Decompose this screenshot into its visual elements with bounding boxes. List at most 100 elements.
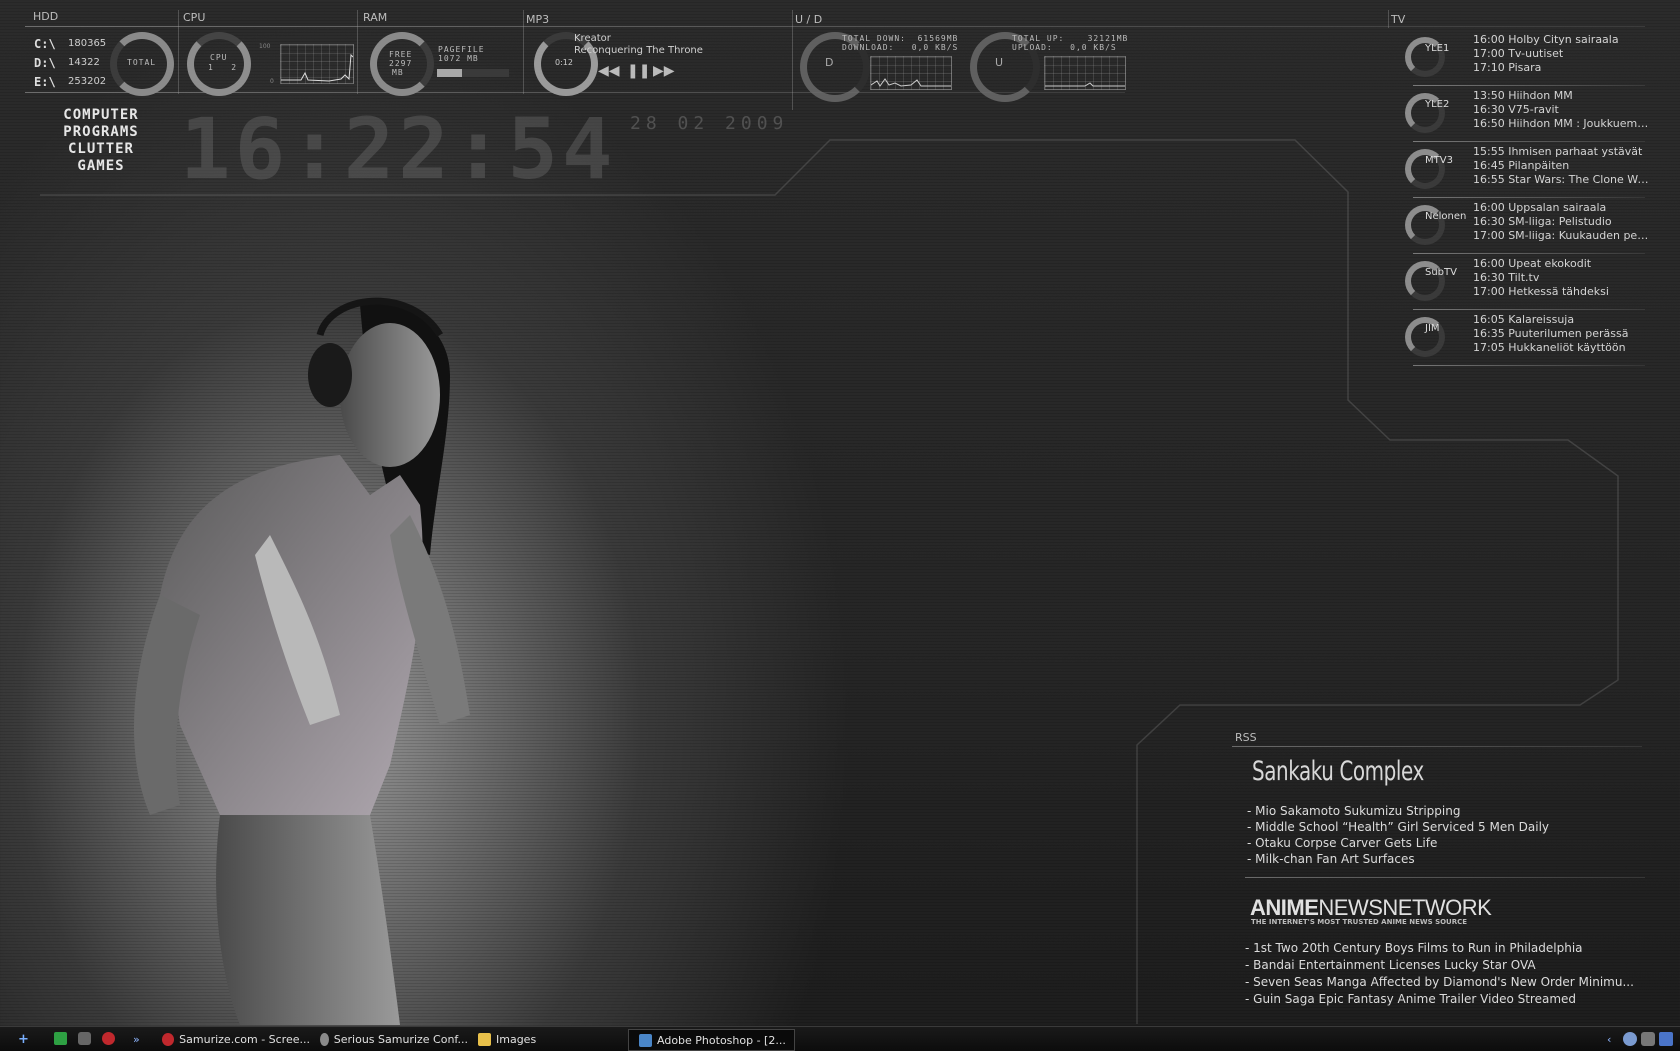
tv-show[interactable]: 17:05 Hukkaneliöt käyttöön [1473, 341, 1651, 354]
ann-feed-list: - 1st Two 20th Century Boys Films to Run… [1245, 941, 1634, 1009]
logo-newsnetwork-text: NEWSNETWORK [1318, 895, 1492, 920]
tv-show[interactable]: 16:30 Tilt.tv [1473, 271, 1651, 284]
hdd-row: D:\ 14322 [34, 53, 109, 72]
hdd-total-label: TOTAL [127, 58, 157, 67]
tv-show[interactable]: 16:30 SM-liiga: Pelistudio [1473, 215, 1651, 228]
tv-show[interactable]: 16:00 Uppsalan sairaala [1473, 201, 1651, 214]
tv-show[interactable]: 16:45 Pilanpäiten [1473, 159, 1651, 172]
rss-top-line [1232, 746, 1642, 747]
ram-free-unit: MB [392, 68, 404, 77]
tv-channel-block: Nelonen 16:00 Uppsalan sairaala 16:30 SM… [1405, 201, 1651, 255]
tv-channel-block: YLE2 13:50 Hiihdon MM 16:30 V75-ravit 16… [1405, 89, 1651, 143]
section-label-ram: RAM [363, 11, 388, 24]
date: 28 02 2009 [630, 113, 789, 134]
quicklaunch-shield-icon[interactable] [78, 1032, 91, 1045]
upload-graph [1044, 56, 1126, 90]
mp3-artist: Kreator [574, 33, 611, 44]
start-button[interactable]: + [18, 1030, 29, 1048]
drive-letter: C:\ [34, 36, 56, 51]
cpu-cores: 1 2 [208, 63, 238, 72]
taskbar: + » Samurize.com - Scree... Serious Samu… [0, 1026, 1680, 1051]
mp3-time: 0:12 [555, 58, 573, 67]
upload-rate: UPLOAD: 0,0 KB/S [1012, 43, 1117, 52]
rss-item[interactable]: - Middle School “Health” Girl Serviced 5… [1247, 820, 1549, 836]
quicklaunch-opera-icon[interactable] [102, 1032, 115, 1045]
menu-clutter[interactable]: CLUTTER [50, 141, 152, 158]
tv-channel-name: JIM [1425, 323, 1440, 334]
tray-expand-arrow[interactable]: ‹ [1607, 1030, 1611, 1048]
download-letter: D [825, 56, 834, 69]
mp3-prev-button[interactable]: ◀◀ [598, 63, 620, 79]
tv-show[interactable]: 15:55 Ihmisen parhaat ystävät [1473, 145, 1651, 158]
logo-anime-text: ANIME [1250, 895, 1319, 920]
tray-app-icon[interactable] [1659, 1032, 1673, 1046]
menu-computer[interactable]: COMPUTER [50, 107, 152, 124]
quicklaunch-app-icon[interactable] [54, 1032, 67, 1045]
tv-show[interactable]: 16:00 Upeat ekokodit [1473, 257, 1651, 270]
sankaku-feed-list: - Mio Sakamoto Sukumizu Stripping - Midd… [1247, 804, 1549, 868]
rss-item[interactable]: - Guin Saga Epic Fantasy Anime Trailer V… [1245, 992, 1634, 1009]
task-button-active[interactable]: Adobe Photoshop - [2... [628, 1029, 795, 1051]
divider [1413, 141, 1645, 142]
task-label: Serious Samurize Conf... [333, 1032, 468, 1046]
wallpaper-figure [133, 297, 470, 1025]
download-graph [870, 56, 952, 90]
download-rate: DOWNLOAD: 0,0 KB/S [842, 43, 959, 52]
mp3-next-button[interactable]: ▶▶ [653, 63, 675, 79]
task-label: Samurize.com - Scree... [179, 1032, 310, 1046]
divider [1413, 85, 1645, 86]
menu-games[interactable]: GAMES [50, 158, 152, 175]
download-graph-line [870, 78, 951, 87]
tv-show[interactable]: 17:00 SM-liiga: Kuukauden peli T... [1473, 229, 1651, 242]
tv-show[interactable]: 17:10 Pisara [1473, 61, 1651, 74]
tv-show[interactable]: 16:00 Holby Cityn sairaala [1473, 33, 1651, 46]
tv-channel-name: YLE2 [1425, 99, 1450, 110]
tv-channel-block: SubTV 16:00 Upeat ekokodit 16:30 Tilt.tv… [1405, 257, 1645, 311]
task-label: Images [496, 1032, 537, 1046]
section-label-cpu: CPU [183, 11, 206, 24]
folder-icon [478, 1032, 491, 1046]
rss-item[interactable]: - 1st Two 20th Century Boys Films to Run… [1245, 941, 1634, 958]
rss-item[interactable]: - Otaku Corpse Carver Gets Life [1247, 836, 1549, 852]
tv-show[interactable]: 13:50 Hiihdon MM [1473, 89, 1651, 102]
tv-show[interactable]: 16:05 Kalareissuja [1473, 313, 1651, 326]
divider [1245, 877, 1645, 878]
mp3-pause-button[interactable]: ❚❚ [627, 63, 650, 79]
task-button[interactable]: Serious Samurize Conf... [320, 1030, 468, 1048]
opera-icon [162, 1032, 175, 1046]
rss-item[interactable]: - Mio Sakamoto Sukumizu Stripping [1247, 804, 1549, 820]
tv-channel-block: YLE1 16:00 Holby Cityn sairaala 17:00 Tv… [1405, 33, 1645, 87]
tv-channel-name: YLE1 [1425, 43, 1450, 54]
tv-show[interactable]: 16:35 Puuterilumen perässä [1473, 327, 1651, 340]
cpu-graph-max: 100 [259, 43, 271, 50]
tv-show[interactable]: 17:00 Hetkessä tähdeksi [1473, 285, 1651, 298]
tv-show[interactable]: 17:00 Tv-uutiset [1473, 47, 1651, 60]
tv-channel-name: SubTV [1425, 267, 1457, 278]
quicklaunch-more-button[interactable]: » [133, 1030, 140, 1048]
task-button[interactable]: Images [478, 1030, 618, 1048]
tv-show[interactable]: 16:50 Hiihdon MM : Joukkuemäki [1473, 117, 1651, 130]
rss-item[interactable]: - Bandai Entertainment Licenses Lucky St… [1245, 958, 1634, 975]
total-down: TOTAL DOWN: 61569MB [842, 34, 959, 43]
divider [1413, 365, 1645, 366]
tv-show[interactable]: 16:55 Star Wars: The Clone Wars [1473, 173, 1651, 186]
browser-icon [320, 1032, 329, 1046]
drive-letter: D:\ [34, 55, 56, 70]
tv-channel-name: Nelonen [1425, 211, 1467, 222]
feed-title-sankaku[interactable]: Sankaku Complex [1252, 756, 1424, 787]
rss-item[interactable]: - Seven Seas Manga Affected by Diamond's… [1245, 975, 1634, 992]
divider [1413, 197, 1645, 198]
total-up: TOTAL UP: 32121MB [1012, 34, 1129, 43]
tray-network-icon[interactable] [1623, 1032, 1637, 1046]
tray-shield-icon[interactable] [1641, 1032, 1655, 1046]
rss-item[interactable]: - Milk-chan Fan Art Surfaces [1247, 852, 1549, 868]
launcher-menu: COMPUTER PROGRAMS CLUTTER GAMES [50, 107, 152, 175]
section-label-mp3: MP3 [526, 13, 550, 26]
drive-letter: E:\ [34, 74, 56, 89]
menu-programs[interactable]: PROGRAMS [50, 124, 152, 141]
ram-free-value: 2297 [389, 59, 413, 68]
task-button[interactable]: Samurize.com - Scree... [162, 1030, 310, 1048]
drive-free-space: 180365 [68, 38, 107, 49]
tv-show[interactable]: 16:30 V75-ravit [1473, 103, 1651, 116]
cpu-graph-min: 0 [270, 78, 274, 85]
